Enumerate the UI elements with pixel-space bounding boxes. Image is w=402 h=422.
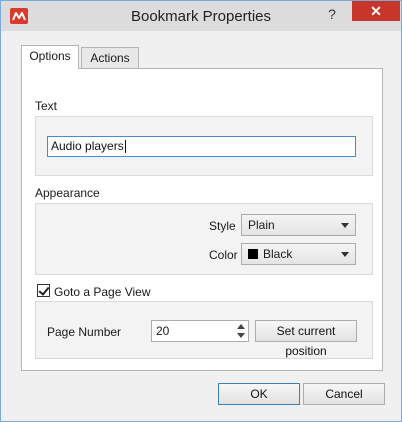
- bookmark-properties-dialog: Bookmark Properties ? ✕ Options Actions …: [0, 0, 402, 422]
- set-current-position-button[interactable]: Set current position: [255, 320, 357, 358]
- color-value: Black: [263, 247, 293, 261]
- close-button[interactable]: ✕: [352, 1, 400, 21]
- ok-button[interactable]: OK: [218, 383, 300, 405]
- text-section-label: Text: [35, 99, 58, 113]
- goto-page-view-checkbox[interactable]: [37, 284, 50, 297]
- title-bar[interactable]: Bookmark Properties ? ✕: [1, 1, 401, 31]
- text-caret: [124, 140, 126, 154]
- color-label: Color: [209, 248, 238, 262]
- page-number-label: Page Number: [47, 325, 122, 339]
- color-swatch: [248, 249, 258, 259]
- style-value: Plain: [248, 218, 275, 232]
- bookmark-text-input[interactable]: Audio players: [47, 136, 356, 157]
- style-dropdown[interactable]: Plain: [241, 214, 356, 236]
- goto-page-view-label[interactable]: Goto a Page View: [54, 285, 151, 299]
- page-number-spinner[interactable]: [234, 321, 248, 341]
- appearance-section-label: Appearance: [35, 186, 100, 200]
- bookmark-text-value: Audio players: [51, 139, 124, 153]
- help-button[interactable]: ?: [319, 3, 345, 25]
- chevron-down-icon: [341, 252, 349, 257]
- spin-down-icon[interactable]: [237, 333, 245, 338]
- cancel-button[interactable]: Cancel: [303, 383, 385, 405]
- tab-actions[interactable]: Actions: [81, 47, 139, 69]
- color-dropdown[interactable]: Black: [241, 243, 356, 265]
- tab-options[interactable]: Options: [21, 45, 79, 69]
- spin-up-icon[interactable]: [237, 324, 245, 329]
- chevron-down-icon: [341, 223, 349, 228]
- style-label: Style: [209, 219, 236, 233]
